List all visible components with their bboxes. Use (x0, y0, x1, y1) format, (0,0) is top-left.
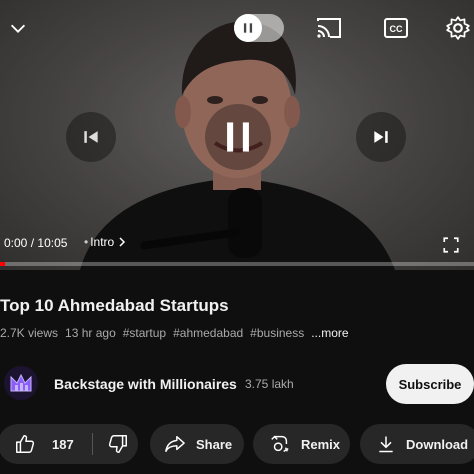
avatar[interactable] (4, 366, 38, 400)
gear-icon[interactable] (442, 12, 474, 44)
fullscreen-icon[interactable] (438, 232, 464, 258)
video-player[interactable]: CC 0:00 / 10:05 • Intro (0, 0, 474, 270)
cast-icon[interactable] (313, 12, 345, 44)
action-bar: 187 Share Remix Download (0, 424, 474, 466)
chapter-dot: • (84, 235, 89, 249)
download-button[interactable]: Download (360, 424, 474, 464)
channel-logo-icon (10, 373, 32, 392)
time-total: 10:05 (37, 236, 68, 250)
thumbs-down-icon (108, 435, 127, 453)
channel-name[interactable]: Backstage with Millionaires (54, 376, 237, 392)
video-meta[interactable]: 2.7K views 13 hr ago #startup #ahmedabad… (0, 326, 349, 340)
chevron-down-icon[interactable] (2, 12, 34, 44)
upload-age: 13 hr ago (65, 326, 116, 340)
video-title[interactable]: Top 10 Ahmedabad Startups (0, 296, 229, 316)
progress-fill (0, 262, 5, 266)
download-icon (379, 436, 393, 453)
pause-icon[interactable] (205, 104, 271, 170)
skip-previous-icon[interactable] (66, 112, 116, 162)
share-button[interactable]: Share (150, 424, 244, 464)
chapter-button[interactable]: • Intro (84, 235, 128, 249)
hashtag[interactable]: #business (250, 326, 304, 340)
time-current: 0:00 (4, 236, 28, 250)
download-label: Download (406, 436, 469, 452)
remix-label: Remix (301, 436, 341, 452)
progress-bar[interactable] (0, 262, 474, 266)
skip-next-icon[interactable] (356, 112, 406, 162)
like-button[interactable]: 187 (0, 424, 74, 464)
hashtag[interactable]: #startup (123, 326, 166, 340)
thumbs-up-icon (16, 435, 35, 453)
chapter-label: Intro (90, 235, 115, 249)
dislike-button[interactable] (93, 424, 129, 464)
channel-row: Backstage with Millionaires 3.75 lakh Su… (0, 364, 474, 406)
time-display: 0:00 / 10:05 (4, 236, 67, 250)
share-icon (165, 436, 185, 452)
remix-icon (271, 435, 289, 452)
pause-icon (234, 14, 262, 42)
chevron-right-icon (119, 237, 126, 247)
share-label: Share (196, 436, 233, 452)
subscriber-count: 3.75 lakh (245, 377, 294, 391)
time-separator: / (30, 236, 35, 250)
view-count: 2.7K views (0, 326, 59, 340)
hashtag[interactable]: #ahmedabad (173, 326, 243, 340)
subscribe-button[interactable]: Subscribe (386, 364, 474, 404)
svg-text:CC: CC (390, 24, 403, 34)
like-count: 187 (52, 436, 74, 452)
like-dislike-group: 187 (0, 424, 138, 464)
captions-icon[interactable]: CC (380, 12, 412, 44)
more-link[interactable]: ...more (311, 326, 348, 340)
pause-indicator[interactable] (234, 14, 284, 42)
remix-button[interactable]: Remix (253, 424, 350, 464)
